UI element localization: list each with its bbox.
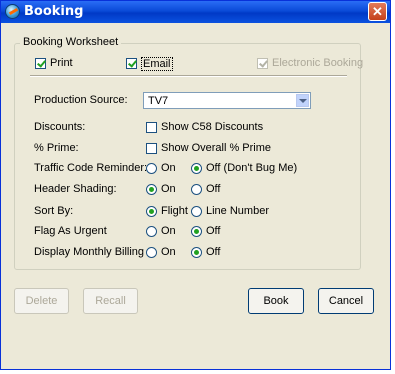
app-icon xyxy=(5,4,20,19)
sort-line-number-label: Line Number xyxy=(206,205,269,217)
email-label: Email xyxy=(141,57,173,71)
flag-as-urgent-label: Flag As Urgent xyxy=(34,225,107,237)
electronic-booking-label: Electronic Booking xyxy=(272,57,364,69)
recall-button[interactable]: Recall xyxy=(83,288,138,314)
header-shading-on-radio[interactable] xyxy=(146,184,157,195)
email-checkbox[interactable] xyxy=(126,58,137,69)
traffic-off-label: Off (Don't Bug Me) xyxy=(206,162,298,174)
window-title: Booking xyxy=(24,4,84,19)
show-overall-prime-label: Show Overall % Prime xyxy=(161,142,272,154)
sort-by-label: Sort By: xyxy=(34,205,74,217)
close-button[interactable]: ✕ xyxy=(368,2,387,21)
header-shading-off-label: Off xyxy=(206,183,221,195)
billing-on-label: On xyxy=(161,246,176,258)
print-checkbox[interactable] xyxy=(35,58,46,69)
sort-line-number-radio[interactable] xyxy=(191,206,202,217)
billing-off-radio[interactable] xyxy=(191,247,202,258)
print-label: Print xyxy=(50,57,73,69)
header-shading-label: Header Shading: xyxy=(34,183,117,195)
traffic-on-radio[interactable] xyxy=(146,163,157,174)
traffic-on-label: On xyxy=(161,162,176,174)
title-bar[interactable]: Booking ✕ xyxy=(1,1,390,23)
separator xyxy=(30,75,347,77)
urgent-off-radio[interactable] xyxy=(191,226,202,237)
sort-flight-radio[interactable] xyxy=(146,206,157,217)
discounts-label: Discounts: xyxy=(34,121,86,133)
show-overall-prime-checkbox[interactable] xyxy=(146,143,157,154)
billing-off-label: Off xyxy=(206,246,221,258)
book-button[interactable]: Book xyxy=(248,288,304,314)
traffic-code-reminder-label: Traffic Code Reminder: xyxy=(34,162,148,174)
production-source-combo[interactable]: TV7 xyxy=(143,92,311,109)
group-legend: Booking Worksheet xyxy=(20,36,122,48)
header-shading-on-label: On xyxy=(161,183,176,195)
display-monthly-billing-label: Display Monthly Billing xyxy=(34,246,145,258)
chevron-down-icon[interactable] xyxy=(296,94,309,107)
production-source-label: Production Source: xyxy=(34,94,128,106)
prime-label: % Prime: xyxy=(34,142,79,154)
urgent-off-label: Off xyxy=(206,225,221,237)
delete-button[interactable]: Delete xyxy=(14,288,69,314)
billing-on-radio[interactable] xyxy=(146,247,157,258)
urgent-on-label: On xyxy=(161,225,176,237)
electronic-booking-checkbox xyxy=(257,58,268,69)
production-source-value: TV7 xyxy=(148,95,169,107)
sort-flight-label: Flight xyxy=(161,205,188,217)
show-c58-discounts-checkbox[interactable] xyxy=(146,122,157,133)
urgent-on-radio[interactable] xyxy=(146,226,157,237)
show-c58-discounts-label: Show C58 Discounts xyxy=(161,121,264,133)
traffic-off-radio[interactable] xyxy=(191,163,202,174)
cancel-button[interactable]: Cancel xyxy=(318,288,374,314)
header-shading-off-radio[interactable] xyxy=(191,184,202,195)
